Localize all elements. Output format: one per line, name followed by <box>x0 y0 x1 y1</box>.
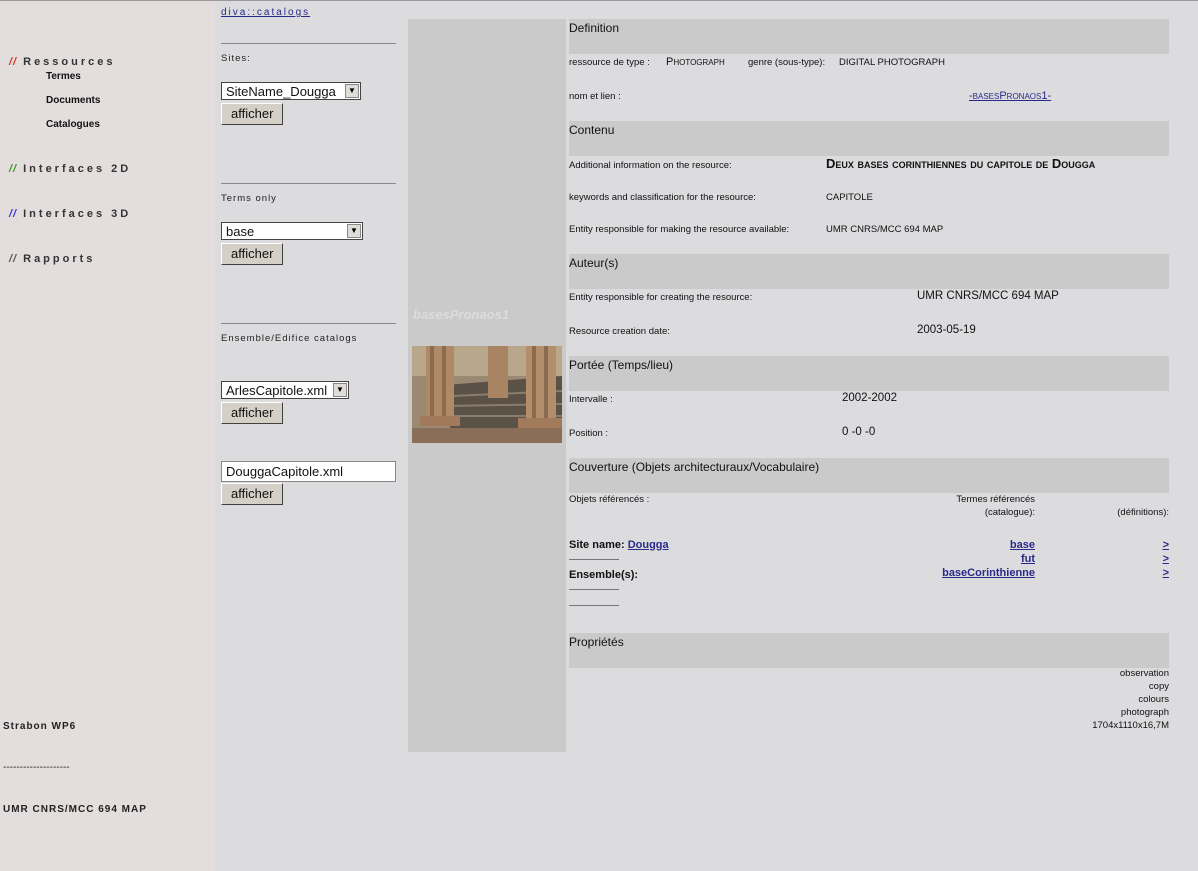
catalogs-label: Ensemble/Edifice catalogs <box>221 333 358 344</box>
image-caption: basesPronaos1 <box>413 307 510 322</box>
footer-separator: -------------------- <box>3 762 70 773</box>
nav-item-termes[interactable]: Termes <box>46 71 81 82</box>
property-item: colours <box>1138 694 1169 705</box>
catalog-afficher-button[interactable]: afficher <box>221 402 284 424</box>
sites-select[interactable]: SiteName_Dougga ▼ <box>221 82 361 100</box>
creator-label: Entity responsible for creating the reso… <box>569 292 753 303</box>
resource-name-link[interactable]: -basesPronaos1- <box>969 90 1051 102</box>
property-item: photograph <box>1120 707 1169 718</box>
section-contenu: Contenu <box>569 121 1169 156</box>
terms-afficher-button[interactable]: afficher <box>221 243 284 265</box>
definition-link-basecorinthienne[interactable]: > <box>1163 567 1169 579</box>
property-item: 1704x1110x16,7M <box>1092 720 1169 731</box>
objets-label: Objets référencés : <box>569 494 650 505</box>
catalogue-label: (catalogue): <box>984 507 1035 518</box>
section-portee: Portée (Temps/lieu) <box>569 356 1169 391</box>
property-item: observation <box>1119 668 1169 679</box>
nav-interfaces-2d[interactable]: //Interfaces 2D <box>9 163 131 175</box>
resource-details: Definition ressource de type : Photograp… <box>569 19 1169 759</box>
footer-org: UMR CNRS/MCC 694 MAP <box>3 804 147 815</box>
catalogs-link[interactable]: diva::catalogs <box>221 7 310 18</box>
sites-afficher-button[interactable]: afficher <box>221 103 284 125</box>
site-name-row: Site name: Dougga <box>569 539 669 551</box>
divider <box>221 323 396 324</box>
position-value: 0 -0 -0 <box>842 426 876 438</box>
footer-project: Strabon WP6 <box>3 721 77 732</box>
availability-label: Entity responsible for making the resour… <box>569 224 790 235</box>
image-column: basesPronaos1 <box>408 19 566 752</box>
catalog-select[interactable]: ArlesCapitole.xml ▼ <box>221 381 349 399</box>
resource-thumbnail[interactable] <box>412 346 562 443</box>
nav-rapports[interactable]: //Rapports <box>9 253 95 265</box>
section-definition: Definition <box>569 19 1169 54</box>
section-couverture: Couverture (Objets architecturaux/Vocabu… <box>569 458 1169 493</box>
term-link-basecorinthienne[interactable]: baseCorinthienne <box>942 567 1035 579</box>
definition-link-fut[interactable]: > <box>1163 553 1169 565</box>
genre-value: DIGITAL PHOTOGRAPH <box>839 57 945 68</box>
chevron-down-icon: ▼ <box>347 224 361 238</box>
termes-label: Termes référencés <box>956 494 1035 505</box>
ensemble-label: Ensemble(s): <box>569 569 639 581</box>
keywords-label: keywords and classification for the reso… <box>569 192 756 203</box>
creator-value: UMR CNRS/MCC 694 MAP <box>917 290 1059 302</box>
info-value: Deux bases corinthiennes du capitole de … <box>826 156 1096 171</box>
nav-interfaces-3d[interactable]: //Interfaces 3D <box>9 208 131 220</box>
info-label: Additional information on the resource: <box>569 160 732 171</box>
type-value: Photograph <box>666 56 725 68</box>
divider <box>569 589 619 590</box>
name-label: nom et lien : <box>569 91 621 102</box>
terms-label: Terms only <box>221 193 277 204</box>
chevron-down-icon: ▼ <box>333 383 347 397</box>
keywords-value: CAPITOLE <box>826 192 873 203</box>
columns-photo-icon <box>412 346 562 443</box>
definition-link-base[interactable]: > <box>1163 539 1169 551</box>
genre-label: genre (sous-type): <box>748 57 826 68</box>
type-label: ressource de type : <box>569 57 650 68</box>
term-link-base[interactable]: base <box>1010 539 1035 551</box>
divider <box>569 605 619 606</box>
definitions-label: (définitions): <box>1117 507 1169 518</box>
property-item: copy <box>1148 681 1169 692</box>
file-afficher-button[interactable]: afficher <box>221 483 284 505</box>
site-link[interactable]: Dougga <box>628 539 669 551</box>
interval-value: 2002-2002 <box>842 392 897 404</box>
creation-date-label: Resource creation date: <box>569 326 670 337</box>
sites-label: Sites: <box>221 53 251 64</box>
divider <box>569 559 619 560</box>
availability-value: UMR CNRS/MCC 694 MAP <box>826 224 944 235</box>
term-link-fut[interactable]: fut <box>1021 553 1035 565</box>
chevron-down-icon: ▼ <box>345 84 359 98</box>
form-column: diva::catalogs Sites: SiteName_Dougga ▼ … <box>221 1 397 871</box>
interval-label: Intervalle : <box>569 394 613 405</box>
divider <box>221 43 396 44</box>
nav-item-catalogues[interactable]: Catalogues <box>46 119 100 130</box>
position-label: Position : <box>569 428 609 439</box>
catalog-file-input[interactable]: DouggaCapitole.xml <box>221 461 396 482</box>
nav-item-documents[interactable]: Documents <box>46 95 100 106</box>
sidebar: //Ressources Termes Documents Catalogues… <box>0 1 215 871</box>
section-proprietes: Propriétés <box>569 633 1169 668</box>
terms-select[interactable]: base ▼ <box>221 222 363 240</box>
creation-date-value: 2003-05-19 <box>917 324 976 336</box>
section-auteur: Auteur(s) <box>569 254 1169 289</box>
nav-ressources[interactable]: //Ressources <box>9 56 116 68</box>
divider <box>221 183 396 184</box>
